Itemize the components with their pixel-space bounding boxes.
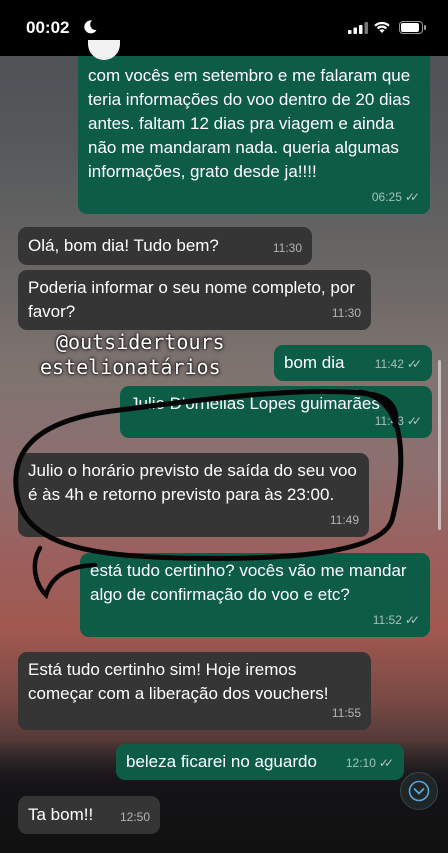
- status-time: 00:02: [26, 18, 70, 37]
- chevron-down-icon: [408, 780, 430, 802]
- scrollbar[interactable]: [438, 360, 441, 530]
- wifi-icon: [374, 21, 390, 33]
- status-bar: 00:02: [0, 0, 448, 56]
- battery-icon: [399, 21, 426, 34]
- signal-icon: [348, 22, 368, 34]
- annotation-circle: [13, 388, 404, 600]
- chat-screen: 00:02 com vocês em setembro e me falaram…: [0, 0, 448, 853]
- scroll-down-button[interactable]: [400, 772, 438, 810]
- moon-icon: [84, 20, 97, 34]
